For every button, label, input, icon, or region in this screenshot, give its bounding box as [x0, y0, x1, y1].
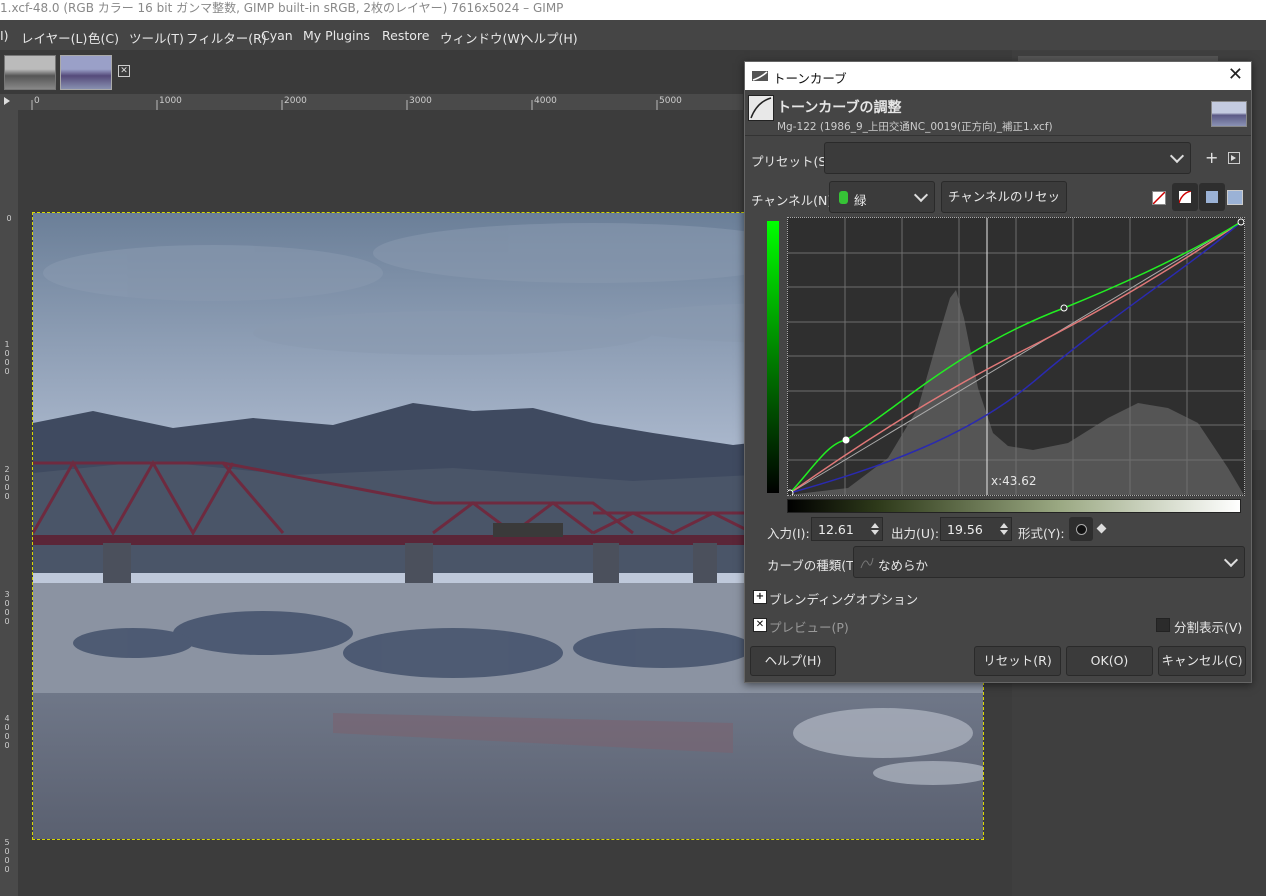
dialog-title-bar[interactable]: トーンカーブ ✕ — [745, 62, 1251, 90]
vertical-display-icon[interactable] — [1227, 190, 1243, 205]
input-label: 入力(I): — [767, 526, 810, 541]
horizontal-display-icon[interactable] — [1199, 183, 1225, 211]
output-value: 19.56 — [947, 522, 983, 537]
increment-icon[interactable] — [871, 523, 879, 528]
decrement-icon[interactable] — [1000, 530, 1008, 535]
channel-combo[interactable]: 緑 — [829, 181, 935, 213]
input-gradient-bar — [787, 499, 1241, 513]
ruler-h-label: 2000 — [284, 96, 307, 106]
ruler-v-label: 4000 — [4, 714, 10, 750]
window-title-bar: 1.xcf-48.0 (RGB カラー 16 bit ガンマ整数, GIMP b… — [0, 0, 1266, 20]
point-type-label: 形式(Y): — [1018, 526, 1065, 541]
ruler-h-label: 4000 — [534, 96, 557, 106]
preset-menu-icon[interactable] — [1228, 152, 1240, 164]
input-value: 12.61 — [818, 522, 854, 537]
close-tab-icon[interactable]: ✕ — [118, 65, 130, 77]
ruler-h-label: 3000 — [409, 96, 432, 106]
corner-point-icon[interactable] — [1096, 523, 1107, 534]
reset-button[interactable]: リセット(R) — [974, 646, 1061, 676]
chevron-down-icon — [1223, 552, 1239, 568]
preview-label: プレビュー(P) — [769, 620, 849, 635]
dialog-heading: トーンカーブの調整 — [777, 100, 902, 116]
linear-histogram-icon[interactable] — [1152, 191, 1166, 205]
ok-button[interactable]: OK(O) — [1066, 646, 1153, 676]
dialog-title: トーンカーブ — [773, 71, 847, 86]
preset-label: プリセット(S): — [751, 154, 836, 169]
ruler-v-label: 0 — [6, 214, 12, 223]
horizontal-ruler[interactable]: 0 1000 2000 3000 4000 5000 — [18, 94, 743, 111]
ruler-h-label: 5000 — [659, 96, 682, 106]
menu-image[interactable]: I) — [0, 28, 9, 43]
channel-value: 緑 — [854, 193, 867, 208]
ruler-v-label: 2000 — [4, 465, 10, 501]
dialog-subtitle: Mg-122 (1986_9_上田交通NC_0019(正方向)_補正1.xcf) — [777, 121, 1053, 133]
menu-cyan[interactable]: Cyan — [261, 28, 293, 43]
log-histogram-icon[interactable] — [1172, 183, 1198, 211]
menu-color[interactable]: 色(C) — [88, 28, 119, 47]
split-view-label: 分割表示(V) — [1174, 620, 1243, 635]
menu-filters[interactable]: フィルター(R) — [186, 28, 267, 47]
cursor-readout: x:43.62 — [991, 474, 1037, 488]
curve-type-combo[interactable]: なめらか — [853, 546, 1245, 578]
output-label: 出力(U): — [891, 526, 940, 541]
preset-combo[interactable] — [824, 142, 1191, 174]
chevron-down-icon — [913, 187, 929, 203]
window-title: 1.xcf-48.0 (RGB カラー 16 bit ガンマ整数, GIMP b… — [0, 1, 564, 15]
image-tab-thumbnail-1[interactable] — [4, 55, 56, 90]
curve-type-value: なめらか — [878, 558, 929, 573]
menu-help[interactable]: ヘルプ(H) — [521, 28, 578, 47]
menu-my-plugins[interactable]: My Plugins — [303, 28, 370, 43]
ruler-h-label: 1000 — [159, 96, 182, 106]
ruler-corner-icon[interactable] — [0, 94, 18, 110]
preview-checkbox[interactable]: ✕ — [753, 618, 767, 632]
menu-windows[interactable]: ウィンドウ(W) — [440, 28, 525, 47]
split-view-checkbox[interactable] — [1156, 618, 1170, 632]
vertical-ruler[interactable]: 0 1000 2000 3000 4000 5000 — [0, 110, 19, 896]
ruler-v-label: 1000 — [4, 340, 10, 376]
curves-tool-icon — [752, 71, 768, 81]
decrement-icon[interactable] — [871, 530, 879, 535]
menu-tools[interactable]: ツール(T) — [129, 28, 184, 47]
help-button[interactable]: ヘルプ(H) — [750, 646, 836, 676]
menu-restore[interactable]: Restore — [382, 28, 429, 43]
input-spinner[interactable]: 12.61 — [811, 517, 883, 541]
menu-bar: I) レイヤー(L) 色(C) ツール(T) フィルター(R) Cyan My … — [0, 20, 1266, 50]
curves-header-icon — [748, 95, 774, 121]
channel-reset-button[interactable]: チャンネルのリセット(E) — [941, 181, 1067, 234]
curves-dialog: トーンカーブ ✕ トーンカーブの調整 Mg-122 (1986_9_上田交通NC… — [744, 61, 1252, 683]
green-channel-icon — [839, 191, 848, 204]
smooth-point-icon[interactable] — [1069, 517, 1093, 541]
curve-graph[interactable]: x:43.62 — [787, 217, 1245, 496]
ruler-v-label: 3000 — [4, 590, 10, 626]
image-tab-bar: ✕ — [0, 50, 750, 94]
dock-side-control[interactable] — [1250, 470, 1266, 500]
dock-scroll-area[interactable] — [1250, 350, 1266, 430]
blending-options-label[interactable]: ブレンディングオプション — [769, 589, 918, 608]
ruler-h-label: 0 — [34, 96, 40, 106]
smooth-curve-icon — [860, 557, 874, 569]
curve-type-label: カーブの種類(T) — [767, 558, 859, 573]
menu-layer[interactable]: レイヤー(L) — [21, 28, 87, 47]
image-preview-thumbnail — [1211, 101, 1247, 127]
output-spinner[interactable]: 19.56 — [940, 517, 1012, 541]
chevron-down-icon — [1169, 148, 1185, 164]
add-preset-icon[interactable]: + — [1205, 148, 1218, 167]
cancel-button[interactable]: キャンセル(C) — [1158, 646, 1246, 676]
expand-icon[interactable]: + — [753, 590, 767, 604]
channel-label: チャンネル(N): — [751, 193, 837, 208]
increment-icon[interactable] — [1000, 523, 1008, 528]
output-gradient-bar — [767, 221, 779, 493]
close-icon[interactable]: ✕ — [1228, 65, 1243, 85]
image-tab-thumbnail-2[interactable] — [60, 55, 112, 90]
ruler-v-label: 5000 — [4, 838, 10, 874]
separator — [745, 135, 1251, 136]
